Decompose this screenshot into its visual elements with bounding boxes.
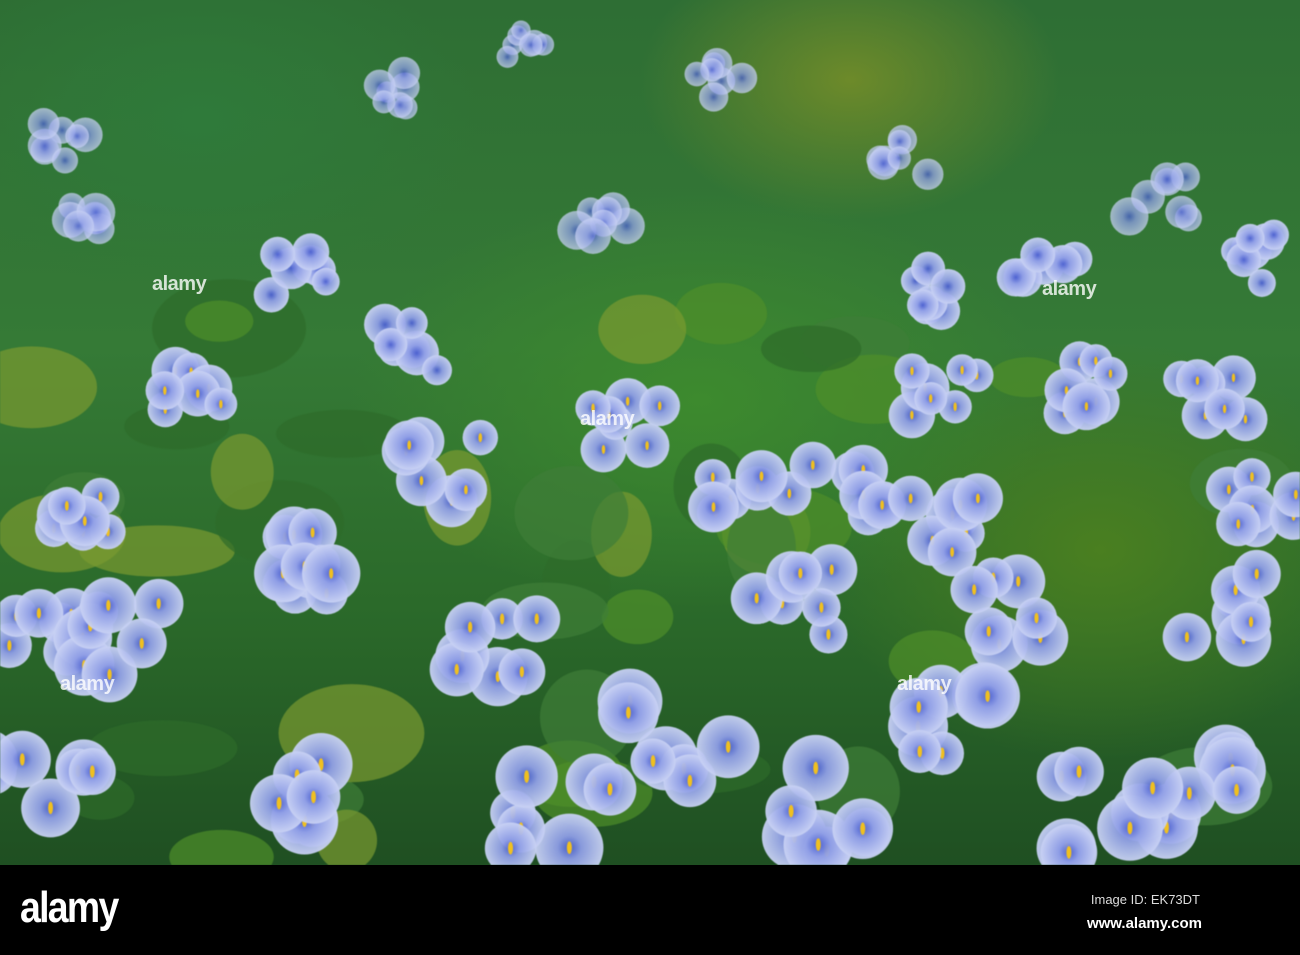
leaf (761, 325, 862, 373)
leaf (169, 829, 274, 865)
watermark: alamy (60, 673, 115, 695)
flower-cluster (363, 56, 421, 120)
leaf (514, 465, 629, 561)
flower-cluster (27, 107, 103, 174)
image-id: Image ID: EK73DT (1090, 892, 1200, 907)
alamy-logo: alamy (20, 883, 119, 932)
leaf (601, 589, 674, 645)
leaf (598, 294, 687, 365)
website-link: www.alamy.com (1086, 915, 1202, 932)
flower-cluster (900, 251, 966, 331)
flower-cluster (496, 20, 555, 68)
flower-cluster (1163, 355, 1268, 442)
flower-cluster (1043, 341, 1128, 435)
watermark: alamy (1042, 278, 1097, 300)
flower-cluster (557, 192, 645, 254)
flower-cluster (364, 303, 453, 386)
flower-cluster (866, 125, 944, 190)
flower-cluster (253, 233, 340, 313)
leaf (210, 433, 274, 510)
watermark: alamy (897, 673, 952, 695)
flower-cluster (0, 730, 116, 838)
leaf (0, 346, 98, 429)
flower-cluster (51, 192, 116, 245)
flower-cluster (1110, 162, 1202, 236)
flower-cluster (1162, 549, 1281, 667)
flower-cluster (429, 595, 561, 707)
flower-field (0, 20, 1300, 865)
flower-cluster (888, 353, 994, 439)
flower-cluster (1221, 219, 1289, 297)
photo-water-hyacinth: alamy alamy alamy alamy alamy (0, 0, 1300, 865)
watermark: alamy (580, 408, 635, 430)
leaf (185, 300, 254, 342)
watermark: alamy (152, 273, 207, 295)
footer-bar: alamy Image ID: EK73DT www.alamy.com (0, 865, 1300, 955)
flower-cluster (684, 47, 758, 112)
leaf (674, 282, 768, 345)
